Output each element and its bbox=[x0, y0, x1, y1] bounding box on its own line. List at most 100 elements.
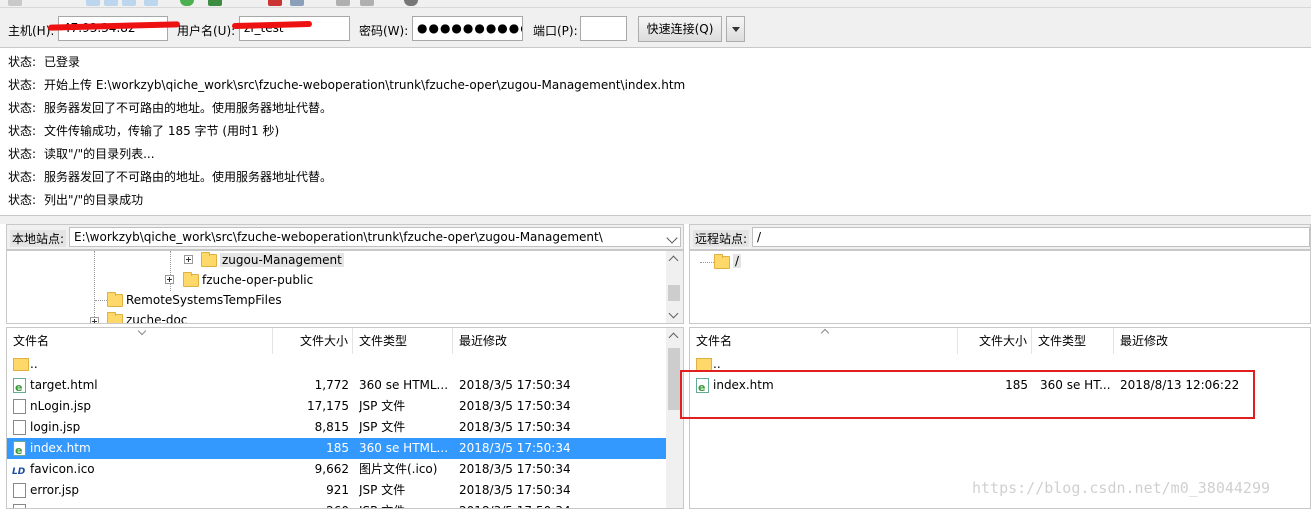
file-name: .. bbox=[30, 357, 38, 371]
file-name: error.jsp bbox=[30, 483, 79, 497]
folder-icon bbox=[107, 292, 123, 307]
disconnect-icon[interactable] bbox=[290, 0, 304, 6]
highlight-box bbox=[680, 370, 1255, 419]
toggle-remote-tree-icon[interactable] bbox=[122, 0, 136, 6]
sort-arrow-icon bbox=[137, 329, 145, 334]
tree-connector bbox=[94, 251, 95, 323]
file-size: 921 bbox=[326, 483, 349, 497]
file-row[interactable]: target.html 1,772 360 se HTML... 2018/3/… bbox=[7, 375, 666, 398]
port-label: 端口(P): bbox=[533, 24, 578, 38]
port-input[interactable] bbox=[580, 16, 627, 41]
column-header-modified[interactable]: 最近修改 bbox=[1114, 328, 1310, 354]
scroll-up-icon[interactable] bbox=[666, 328, 683, 345]
password-input[interactable]: ●●●●●●●●●●● bbox=[412, 16, 523, 41]
local-site-bar: 本地站点: E:\workzyb\qiche_work\src\fzuche-w… bbox=[6, 224, 684, 250]
folder-icon bbox=[183, 272, 199, 287]
quickconnect-bar: 主机(H): 47.93.34.82 用户名(U): zf_test 密码(W)… bbox=[0, 8, 1311, 48]
sort-arrow-icon bbox=[822, 330, 830, 335]
file-name: index.htm bbox=[30, 441, 91, 455]
tree-item-remotesystemstempfiles[interactable]: RemoteSystemsTempFiles bbox=[126, 293, 282, 307]
column-header-modified[interactable]: 最近修改 bbox=[453, 328, 666, 354]
file-type: 360 se HTML... bbox=[359, 441, 449, 455]
file-row[interactable]: .. bbox=[7, 354, 666, 375]
tree-item-fzuche-oper-public[interactable]: fzuche-oper-public bbox=[202, 273, 313, 287]
log-entry: 状态: 已登录 bbox=[8, 55, 81, 69]
password-label: 密码(W): bbox=[359, 24, 409, 38]
scroll-thumb[interactable] bbox=[668, 285, 680, 301]
tree-item-zugou-management[interactable]: zugou-Management bbox=[220, 253, 344, 267]
cancel-icon[interactable] bbox=[268, 0, 282, 6]
column-header-type[interactable]: 文件类型 bbox=[1032, 328, 1114, 354]
site-manager-icon[interactable] bbox=[8, 0, 22, 6]
file-size: 185 bbox=[326, 441, 349, 455]
file-modified: 2018/3/5 17:50:34 bbox=[459, 441, 571, 455]
file-type: JSP 文件 bbox=[359, 399, 406, 413]
log-entry: 状态: 文件传输成功，传输了 185 字节 (用时1 秒) bbox=[8, 124, 280, 138]
toggle-log-icon[interactable] bbox=[86, 0, 100, 6]
quickconnect-dropdown-button[interactable] bbox=[726, 16, 745, 42]
tree-item-root[interactable]: / bbox=[733, 254, 742, 268]
file-type: 图片文件(.ico) bbox=[359, 462, 438, 476]
search-icon[interactable] bbox=[404, 0, 418, 6]
username-input[interactable]: zf_test bbox=[239, 16, 350, 41]
refresh-icon[interactable] bbox=[180, 0, 194, 6]
process-queue-icon[interactable] bbox=[208, 0, 222, 6]
log-entry: 状态: 读取"/"的目录列表... bbox=[8, 147, 155, 161]
log-entry: 状态: 服务器发回了不可路由的地址。使用服务器地址代替。 bbox=[8, 170, 333, 184]
file-type: JSP 文件 bbox=[359, 420, 406, 434]
expand-icon[interactable] bbox=[90, 317, 99, 323]
expand-icon[interactable] bbox=[165, 275, 174, 284]
file-row[interactable]: error.jsp 921 JSP 文件 2018/3/5 17:50:34 bbox=[7, 480, 666, 501]
folder-icon bbox=[201, 252, 217, 267]
column-header-size[interactable]: 文件大小 bbox=[273, 328, 353, 354]
file-row[interactable]: 260 JSP 文件 2018/3/5 17:50:34 bbox=[7, 501, 666, 508]
log-entry: 状态: 服务器发回了不可路由的地址。使用服务器地址代替。 bbox=[8, 101, 333, 115]
remote-site-label: 远程站点: bbox=[693, 230, 750, 247]
file-name: favicon.ico bbox=[30, 462, 95, 476]
tree-connector bbox=[700, 262, 714, 263]
toolbar bbox=[0, 0, 1311, 8]
file-icon bbox=[13, 420, 26, 435]
tree-connector bbox=[170, 251, 171, 291]
folder-icon bbox=[13, 358, 29, 371]
file-row[interactable]: nLogin.jsp 17,175 JSP 文件 2018/3/5 17:50:… bbox=[7, 396, 666, 417]
expand-icon[interactable] bbox=[184, 255, 193, 264]
tree-connector bbox=[95, 300, 107, 301]
tree-scrollbar[interactable] bbox=[666, 251, 683, 323]
file-row[interactable]: favicon.ico 9,662 图片文件(.ico) 2018/3/5 17… bbox=[7, 459, 666, 483]
file-type: 360 se HTML... bbox=[359, 378, 449, 392]
scroll-thumb[interactable] bbox=[668, 348, 680, 410]
local-path-text: E:\workzyb\qiche_work\src\fzuche-weboper… bbox=[74, 230, 603, 244]
filter-icon[interactable] bbox=[336, 0, 350, 6]
user-label: 用户名(U): bbox=[177, 24, 236, 38]
file-size: 1,772 bbox=[314, 378, 349, 392]
file-modified: 2018/3/5 17:50:34 bbox=[459, 462, 571, 476]
file-name: nLogin.jsp bbox=[30, 399, 91, 413]
log-entry: 状态: 列出"/"的目录成功 bbox=[8, 193, 144, 207]
file-row[interactable]: login.jsp 8,815 JSP 文件 2018/3/5 17:50:34 bbox=[7, 417, 666, 438]
toggle-tree-icon[interactable] bbox=[104, 0, 118, 6]
file-modified: 2018/3/5 17:50:34 bbox=[459, 483, 571, 497]
file-modified: 2018/3/5 17:50:34 bbox=[459, 501, 659, 508]
remote-directory-tree: / bbox=[689, 250, 1311, 324]
file-type: JSP 文件 bbox=[359, 501, 453, 508]
column-header-size[interactable]: 文件大小 bbox=[958, 328, 1032, 354]
scroll-down-icon[interactable] bbox=[666, 306, 683, 323]
local-site-label: 本地站点: bbox=[10, 230, 67, 247]
ico-file-icon bbox=[12, 462, 28, 483]
remote-path-input[interactable]: / bbox=[752, 227, 1310, 247]
toggle-queue-icon[interactable] bbox=[144, 0, 158, 6]
compare-icon[interactable] bbox=[360, 0, 374, 6]
file-modified: 2018/3/5 17:50:34 bbox=[459, 378, 571, 392]
scroll-up-icon[interactable] bbox=[666, 251, 683, 268]
pane-splitter[interactable] bbox=[0, 216, 1311, 224]
file-row-selected[interactable]: index.htm 185 360 se HTML... 2018/3/5 17… bbox=[7, 438, 666, 461]
file-size: 8,815 bbox=[314, 420, 349, 434]
quickconnect-button[interactable]: 快速连接(Q) bbox=[638, 16, 722, 42]
local-path-input[interactable]: E:\workzyb\qiche_work\src\fzuche-weboper… bbox=[69, 227, 681, 247]
tree-item-zuche-doc[interactable]: zuche-doc bbox=[126, 313, 187, 323]
chevron-down-icon[interactable] bbox=[666, 232, 678, 244]
column-header-type[interactable]: 文件类型 bbox=[353, 328, 453, 354]
file-icon bbox=[13, 399, 26, 414]
host-label: 主机(H): bbox=[8, 24, 55, 38]
